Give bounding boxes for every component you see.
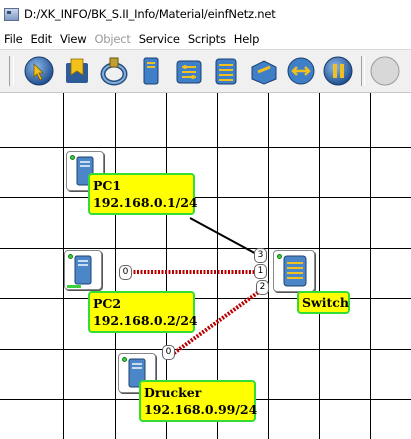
menu-edit[interactable]: Edit	[26, 32, 55, 46]
router-tool-icon[interactable]	[173, 55, 205, 87]
pc2-name: PC2	[93, 296, 122, 311]
pc1-name: PC1	[93, 178, 122, 193]
title-bar: D:/XK_INFO/BK_S.II_Info/Material/einfNet…	[0, 0, 411, 28]
status-led-icon	[68, 254, 73, 259]
menu-service[interactable]: Service	[135, 32, 184, 46]
cable-tool-icon[interactable]	[98, 55, 130, 87]
pause-tool-icon[interactable]	[322, 55, 354, 87]
printer-port: 0	[162, 345, 175, 360]
toolbar-separator	[361, 56, 365, 86]
menu-bar: File Edit View Object Service Scripts He…	[0, 29, 411, 49]
printer-label[interactable]: Drucker 192.168.0.99/24	[139, 380, 258, 422]
pc2-port: 0	[119, 265, 132, 280]
switch-port-3: 3	[254, 248, 267, 263]
modem-tool-icon[interactable]	[248, 55, 280, 87]
printer-name: Drucker	[144, 385, 202, 400]
switch-tool-icon[interactable]	[210, 55, 242, 87]
pc1-ip: 192.168.0.1/24	[93, 195, 198, 210]
menu-view[interactable]: View	[56, 32, 91, 46]
hub-tool-icon[interactable]	[285, 55, 317, 87]
link-pc1-switch[interactable]	[189, 217, 261, 257]
menu-file[interactable]: File	[0, 32, 26, 46]
printer-ip: 192.168.0.99/24	[144, 402, 258, 417]
pc2-ip: 192.168.0.2/24	[93, 313, 198, 328]
switch-port-1: 1	[254, 264, 267, 279]
pc2-node[interactable]	[64, 250, 102, 290]
switch-node[interactable]	[273, 250, 315, 292]
switch-name: Switch	[302, 295, 350, 310]
status-led-icon	[122, 357, 127, 362]
status-led-icon	[70, 155, 75, 160]
menu-scripts[interactable]: Scripts	[184, 32, 230, 46]
select-tool-icon[interactable]	[23, 55, 55, 87]
pc2-label[interactable]: PC2 192.168.0.2/24	[88, 291, 198, 333]
app-window-icon	[4, 7, 19, 21]
status-led-icon	[277, 254, 282, 259]
document-tool-icon[interactable]	[61, 55, 93, 87]
pc1-label[interactable]: PC1 192.168.0.1/24	[88, 173, 198, 215]
switch-port-2: 2	[256, 280, 269, 295]
network-canvas[interactable]: PC1 192.168.0.1/24 0 PC2 192.168.0.2/24 …	[0, 93, 411, 439]
next-tool-icon[interactable]	[369, 55, 411, 87]
menu-help[interactable]: Help	[230, 32, 263, 46]
switch-label[interactable]: Switch	[297, 291, 350, 314]
toolbar	[0, 49, 411, 93]
menu-object: Object	[94, 32, 131, 46]
toolbar-grip[interactable]	[9, 56, 14, 86]
window-title: D:/XK_INFO/BK_S.II_Info/Material/einfNet…	[24, 7, 276, 21]
computer-tool-icon[interactable]	[135, 55, 167, 87]
